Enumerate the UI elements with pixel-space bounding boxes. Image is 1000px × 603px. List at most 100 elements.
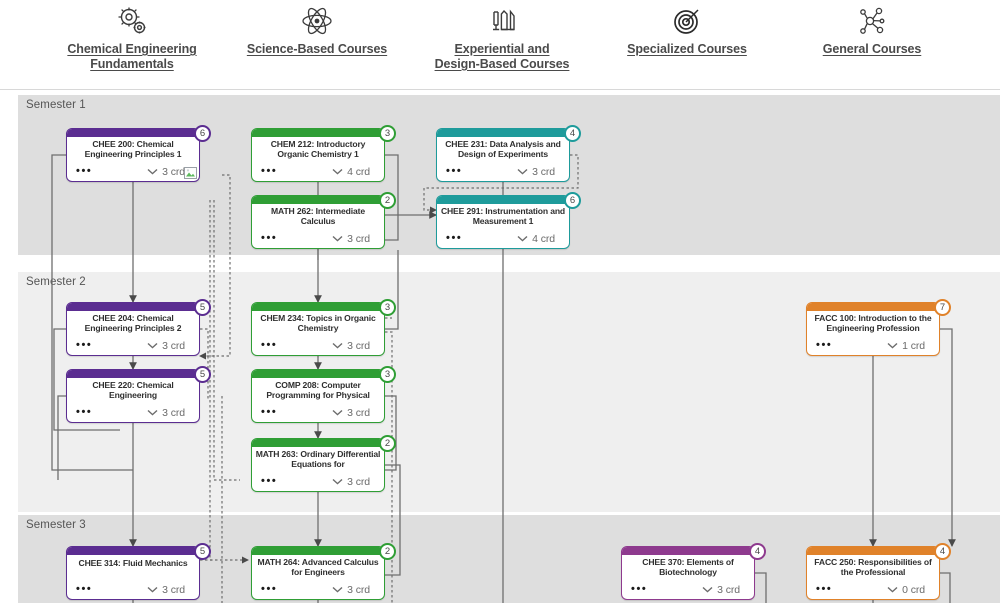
- course-credits-group[interactable]: 0 crd: [887, 584, 925, 596]
- course-options-menu-icon[interactable]: •••: [261, 166, 277, 177]
- chevron-down-icon[interactable]: [332, 342, 343, 349]
- course-credits-group[interactable]: 3 crd: [147, 584, 185, 596]
- course-card-chee291[interactable]: CHEE 291: Instrumentation and Measuremen…: [436, 195, 570, 249]
- course-card-math262[interactable]: MATH 262: Intermediate Calculus ••• 3 crd: [251, 195, 385, 249]
- column-header-bar: Chemical Engineering Fundamentals Scienc…: [0, 0, 1000, 90]
- course-card-footer: ••• 3 crd: [622, 582, 754, 597]
- course-prerequisite-count-badge[interactable]: 4: [934, 543, 951, 560]
- course-options-menu-icon[interactable]: •••: [261, 233, 277, 244]
- course-credits-group[interactable]: 3 crd: [147, 340, 185, 352]
- course-title: COMP 208: Computer Programming for Physi…: [266, 380, 370, 401]
- column-title-text: Science-Based Courses: [217, 42, 417, 57]
- chevron-down-icon[interactable]: [147, 342, 158, 349]
- course-options-menu-icon[interactable]: •••: [261, 340, 277, 351]
- course-card-footer: ••• 0 crd: [807, 582, 939, 597]
- course-card-facc250[interactable]: FACC 250: Responsibilities of the Profes…: [806, 546, 940, 600]
- chevron-down-icon[interactable]: [332, 168, 343, 175]
- course-options-menu-icon[interactable]: •••: [261, 584, 277, 595]
- course-prerequisite-count-badge[interactable]: 4: [564, 125, 581, 142]
- course-options-menu-icon[interactable]: •••: [816, 584, 832, 595]
- course-credits-group[interactable]: 3 crd: [332, 407, 370, 419]
- course-card-chee220[interactable]: CHEE 220: Chemical Engineering ••• 3 crd: [66, 369, 200, 423]
- course-prerequisite-count-badge[interactable]: 3: [379, 125, 396, 142]
- chevron-down-icon[interactable]: [147, 586, 158, 593]
- course-credits-group[interactable]: 4 crd: [332, 166, 370, 178]
- course-credits-group[interactable]: 3 crd: [517, 166, 555, 178]
- course-card-comp208[interactable]: COMP 208: Computer Programming for Physi…: [251, 369, 385, 423]
- course-prerequisite-count-badge[interactable]: 2: [379, 435, 396, 452]
- course-credits-group[interactable]: 3 crd: [147, 166, 185, 178]
- chevron-down-icon[interactable]: [332, 409, 343, 416]
- chevron-down-icon[interactable]: [147, 168, 158, 175]
- course-prerequisite-count-badge[interactable]: 6: [194, 125, 211, 142]
- course-credits-group[interactable]: 3 crd: [332, 233, 370, 245]
- course-prerequisite-count-badge[interactable]: 3: [379, 299, 396, 316]
- course-prerequisite-count-badge[interactable]: 6: [564, 192, 581, 209]
- course-card-chee370[interactable]: CHEE 370: Elements of Biotechnology ••• 3 …: [621, 546, 755, 600]
- course-credits: 3 crd: [532, 165, 555, 178]
- column-header-science-based-courses[interactable]: Science-Based Courses: [217, 0, 417, 57]
- course-prerequisite-count-badge[interactable]: 7: [934, 299, 951, 316]
- course-title: FACC 250: Responsibilities of the Profes…: [814, 557, 932, 578]
- course-prerequisite-count-badge[interactable]: 2: [379, 192, 396, 209]
- course-title: CHEE 314: Fluid Mechanics: [78, 558, 188, 568]
- course-prerequisite-count-badge[interactable]: 4: [749, 543, 766, 560]
- chevron-down-icon[interactable]: [332, 478, 343, 485]
- column-title-text: Experiential and Design-Based Courses: [402, 42, 602, 72]
- course-credits-group[interactable]: 3 crd: [332, 476, 370, 488]
- course-card-footer: ••• 4 crd: [437, 231, 569, 246]
- course-credits: 1 crd: [902, 339, 925, 352]
- course-card-chee314[interactable]: CHEE 314: Fluid Mechanics ••• 3 crd: [66, 546, 200, 600]
- course-options-menu-icon[interactable]: •••: [261, 476, 277, 487]
- chevron-down-icon[interactable]: [147, 409, 158, 416]
- course-credits-group[interactable]: 3 crd: [147, 407, 185, 419]
- chevron-down-icon[interactable]: [332, 235, 343, 242]
- course-credits-group[interactable]: 1 crd: [887, 340, 925, 352]
- course-card-footer: ••• 3 crd: [67, 405, 199, 420]
- course-credits-group[interactable]: 4 crd: [517, 233, 555, 245]
- course-credits-group[interactable]: 3 crd: [332, 340, 370, 352]
- column-header-chemical-engineering-fundamentals[interactable]: Chemical Engineering Fundamentals: [32, 0, 232, 72]
- chevron-down-icon[interactable]: [887, 586, 898, 593]
- course-options-menu-icon[interactable]: •••: [631, 584, 647, 595]
- course-credits-group[interactable]: 3 crd: [702, 584, 740, 596]
- chevron-down-icon[interactable]: [887, 342, 898, 349]
- course-card-chee200[interactable]: CHEE 200: Chemical Engineering Principle…: [66, 128, 200, 182]
- course-prerequisite-count-badge[interactable]: 5: [194, 366, 211, 383]
- column-title-text: General Courses: [772, 42, 972, 57]
- course-options-menu-icon[interactable]: •••: [261, 407, 277, 418]
- course-card-chee231[interactable]: CHEE 231: Data Analysis and Design of Ex…: [436, 128, 570, 182]
- course-credits-group[interactable]: 3 crd: [332, 584, 370, 596]
- course-prerequisite-count-badge[interactable]: 5: [194, 299, 211, 316]
- chevron-down-icon[interactable]: [702, 586, 713, 593]
- course-prerequisite-count-badge[interactable]: 5: [194, 543, 211, 560]
- course-options-menu-icon[interactable]: •••: [446, 233, 462, 244]
- column-header-specialized-courses[interactable]: Specialized Courses: [587, 0, 787, 57]
- course-options-menu-icon[interactable]: •••: [816, 340, 832, 351]
- column-title-line2: Design-Based Courses: [434, 57, 570, 71]
- chevron-down-icon[interactable]: [332, 586, 343, 593]
- chevron-down-icon[interactable]: [517, 235, 528, 242]
- course-prerequisite-count-badge[interactable]: 3: [379, 366, 396, 383]
- course-options-menu-icon[interactable]: •••: [76, 584, 92, 595]
- course-title: CHEE 200: Chemical Engineering Principle…: [84, 139, 182, 160]
- course-card-chem234[interactable]: CHEM 234: Topics in Organic Chemistry •••…: [251, 302, 385, 356]
- column-title-line1: Chemical Engineering: [67, 42, 197, 56]
- course-card-math264[interactable]: MATH 264: Advanced Calculus for Engineer…: [251, 546, 385, 600]
- course-card-math263[interactable]: MATH 263: Ordinary Differential Equation…: [251, 438, 385, 492]
- course-credits: 3 crd: [162, 165, 185, 178]
- column-header-general-courses[interactable]: General Courses: [772, 0, 972, 57]
- course-card-footer: ••• 3 crd: [67, 338, 199, 353]
- course-credits: 3 crd: [162, 406, 185, 419]
- chevron-down-icon[interactable]: [517, 168, 528, 175]
- course-card-facc100[interactable]: FACC 100: Introduction to the Engineerin…: [806, 302, 940, 356]
- course-options-menu-icon[interactable]: •••: [76, 407, 92, 418]
- column-header-experiential-design-based-courses[interactable]: Experiential and Design-Based Courses: [402, 0, 602, 72]
- course-card-chee204[interactable]: CHEE 204: Chemical Engineering Principle…: [66, 302, 200, 356]
- course-options-menu-icon[interactable]: •••: [76, 166, 92, 177]
- course-prerequisite-count-badge[interactable]: 2: [379, 543, 396, 560]
- course-card-footer: ••• 3 crd: [252, 474, 384, 489]
- course-options-menu-icon[interactable]: •••: [76, 340, 92, 351]
- course-card-chem212[interactable]: CHEM 212: Introductory Organic Chemistry…: [251, 128, 385, 182]
- course-options-menu-icon[interactable]: •••: [446, 166, 462, 177]
